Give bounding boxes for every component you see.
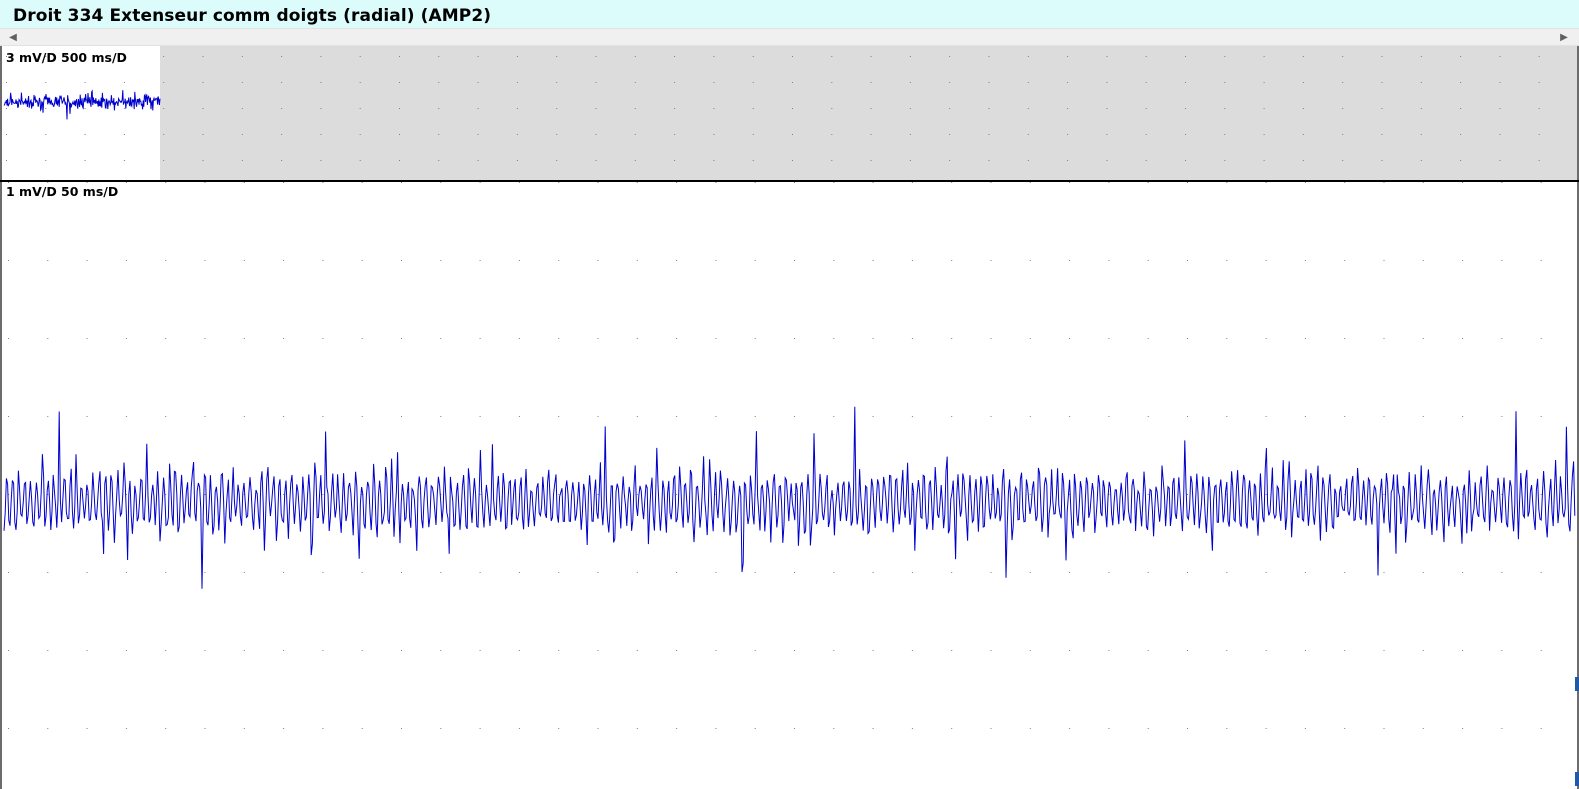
horizontal-scrollbar[interactable]: ◀ ▶ — [0, 28, 1579, 46]
title-bar: Droit 334 Extenseur comm doigts (radial)… — [0, 0, 1579, 28]
window-title: Droit 334 Extenseur comm doigts (radial)… — [13, 6, 492, 26]
detail-trace-plot — [3, 182, 1576, 729]
right-edge-marker — [1575, 772, 1579, 786]
detail-scale-label: 1 mV/D 50 ms/D — [6, 184, 119, 199]
scroll-left-arrow-icon[interactable]: ◀ — [6, 31, 20, 44]
overview-trace-panel[interactable]: 3 mV/D 500 ms/D — [0, 46, 1579, 180]
grid-dots — [8, 182, 1542, 729]
detail-grid — [8, 182, 1542, 729]
right-edge-marker — [1575, 677, 1579, 691]
overview-emg-trace — [3, 89, 161, 120]
overview-scale-label: 3 mV/D 500 ms/D — [6, 50, 127, 65]
overview-trace-plot — [3, 46, 1577, 180]
detail-emg-trace — [3, 406, 1576, 589]
scroll-right-arrow-icon[interactable]: ▶ — [1557, 31, 1571, 44]
unrecorded-area — [160, 46, 1577, 180]
detail-trace-panel[interactable]: 1 mV/D 50 ms/D — [0, 182, 1579, 789]
